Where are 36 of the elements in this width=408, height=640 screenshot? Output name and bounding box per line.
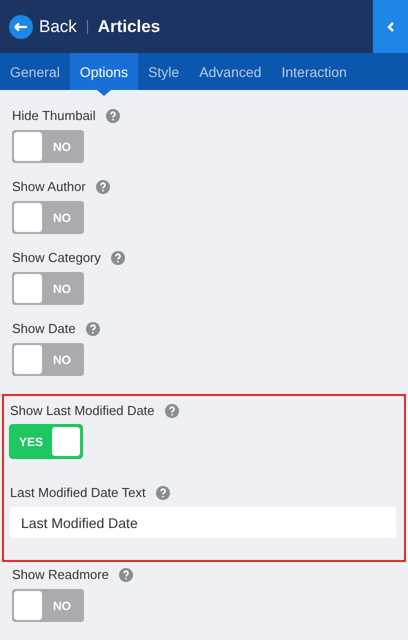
toggle-state-text: NO [53,210,71,224]
toggle-switch[interactable]: YES [10,425,82,458]
toggle-switch[interactable]: NO [12,130,84,163]
text-field[interactable]: Last Modified Date [10,507,396,538]
help-icon[interactable] [118,568,133,582]
tab[interactable]: Style [138,53,190,90]
chevron-left-icon [386,20,396,32]
tab[interactable]: Interaction [271,53,357,90]
help-icon[interactable] [96,180,110,194]
field-label: Show Date [12,321,76,336]
toggle-state-text: NO [53,140,71,154]
tab[interactable]: General [0,53,70,90]
help-icon[interactable] [106,108,120,122]
toggle-switch[interactable]: NO [12,272,84,305]
help-icon[interactable] [110,250,125,264]
toggle-switch[interactable]: NO [12,201,84,234]
field-label: Show Author [12,179,86,194]
field-label: Hide Thumbail [12,108,96,123]
help-icon[interactable] [164,404,179,418]
field-label: Show Last Modified Date [10,403,155,418]
tab[interactable]: Advanced [189,53,272,90]
toggle-state-text: NO [53,352,71,366]
toggle-switch[interactable]: NO [12,589,84,622]
tab-pointer-icon [96,90,111,96]
toggle-state-text: NO [53,598,71,612]
toggle-state-text: NO [53,282,71,296]
help-icon[interactable] [156,486,170,500]
help-icon[interactable] [86,322,100,336]
back-button[interactable]: Back [0,14,77,38]
tab[interactable]: Options [70,53,138,90]
toggle-state-text: YES [19,434,44,448]
field-label: Last Modified Date Text [10,485,146,500]
toggle-switch[interactable]: NO [12,343,84,376]
field-label: Show Category [12,250,101,265]
panel-title: Articles [98,16,162,36]
field-label: Show Readmore [12,567,109,582]
